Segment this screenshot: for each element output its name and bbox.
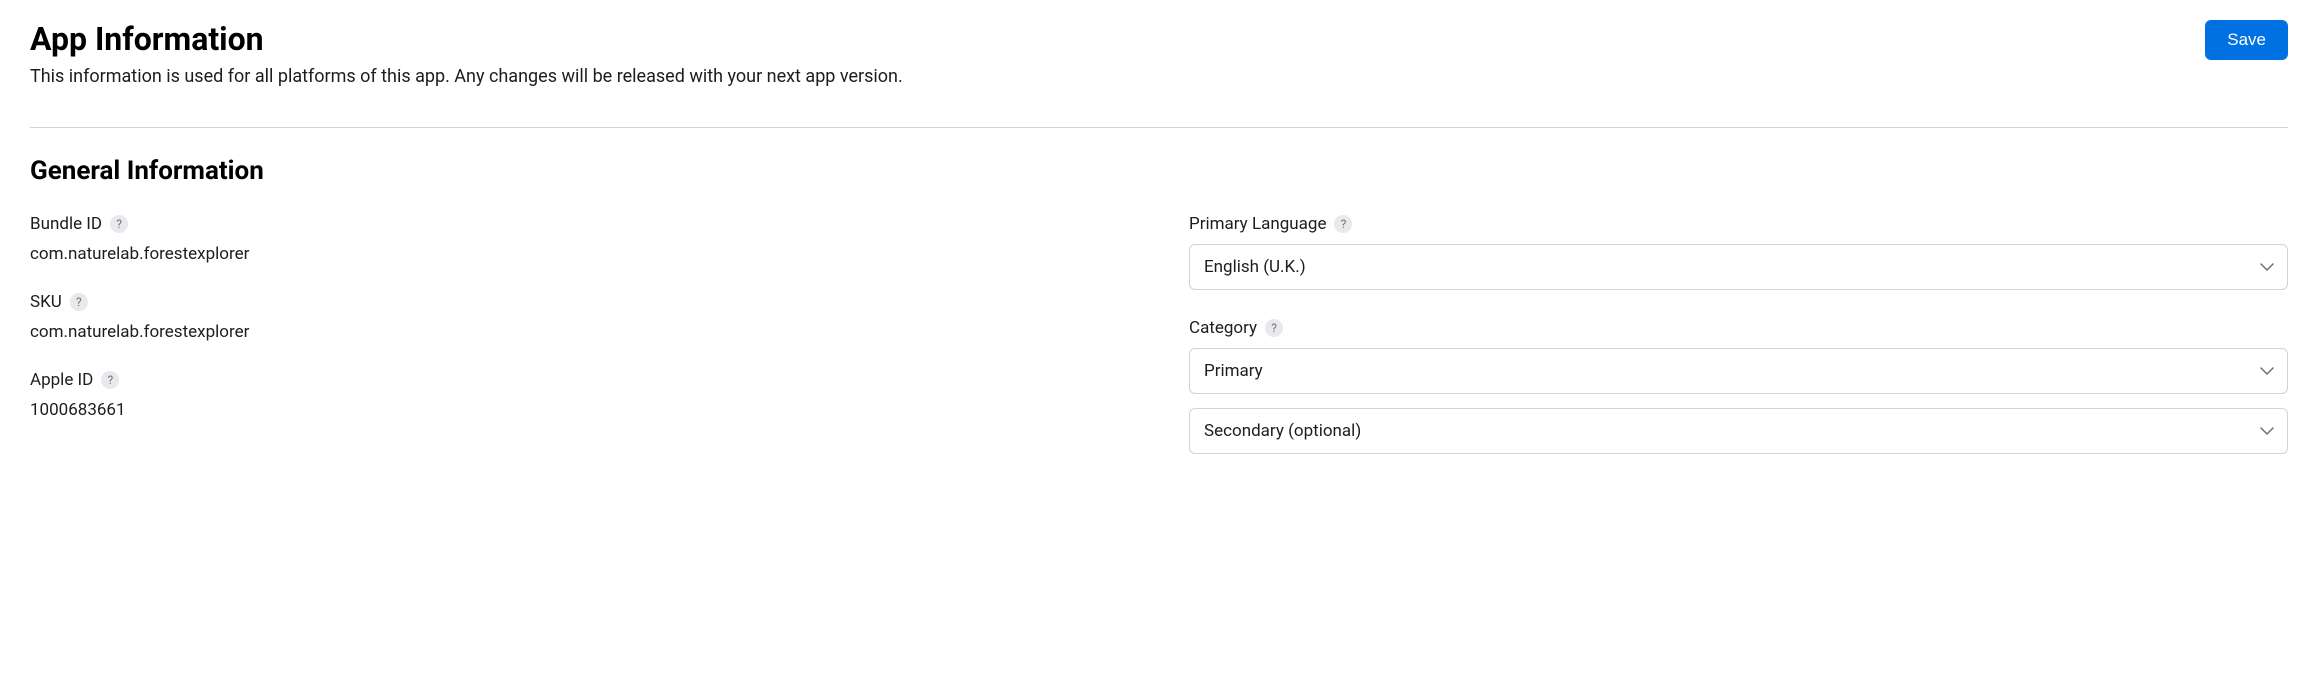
help-icon[interactable]: ? <box>70 293 88 311</box>
divider <box>30 127 2288 128</box>
sku-value: com.naturelab.forestexplorer <box>30 322 1129 342</box>
apple-id-value: 1000683661 <box>30 400 1129 420</box>
section-title: General Information <box>30 156 2288 186</box>
category-primary-select[interactable]: Primary <box>1189 348 2288 394</box>
help-icon[interactable]: ? <box>1334 215 1352 233</box>
save-button[interactable]: Save <box>2205 20 2288 60</box>
bundle-id-label: Bundle ID <box>30 214 102 234</box>
help-icon[interactable]: ? <box>1265 319 1283 337</box>
apple-id-label: Apple ID <box>30 370 93 390</box>
page-title: App Information <box>30 20 2205 58</box>
primary-language-select[interactable]: English (U.K.) <box>1189 244 2288 290</box>
sku-label: SKU <box>30 292 62 312</box>
bundle-id-value: com.naturelab.forestexplorer <box>30 244 1129 264</box>
help-icon[interactable]: ? <box>110 215 128 233</box>
page-description: This information is used for all platfor… <box>30 66 2205 87</box>
category-label: Category <box>1189 318 1257 338</box>
primary-language-label: Primary Language <box>1189 214 1326 234</box>
category-secondary-select[interactable]: Secondary (optional) <box>1189 408 2288 454</box>
help-icon[interactable]: ? <box>101 371 119 389</box>
